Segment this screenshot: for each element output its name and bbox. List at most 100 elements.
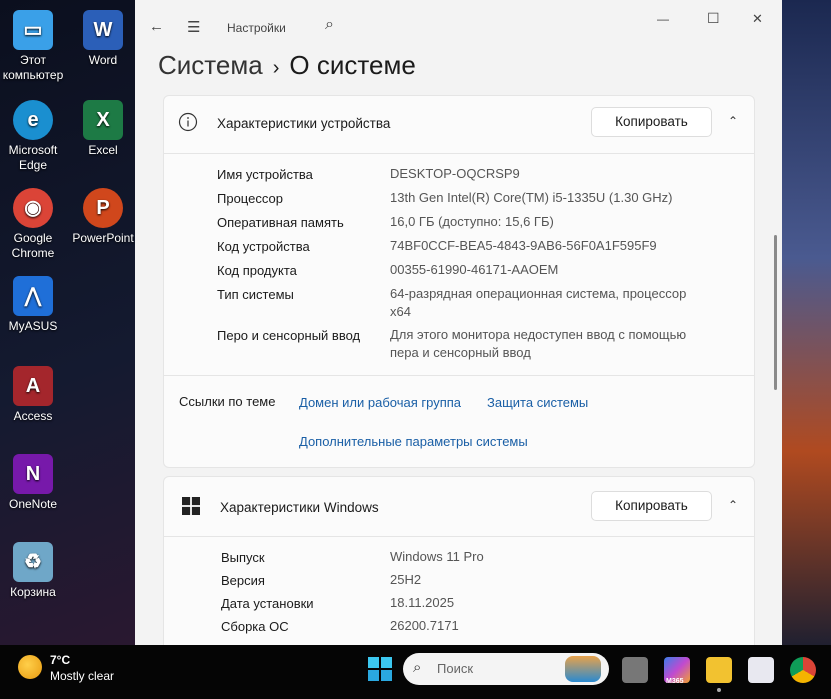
- start-button[interactable]: [368, 657, 392, 681]
- spec-label: Перо и сенсорный ввод: [217, 328, 361, 343]
- computer-icon: ▭: [13, 10, 53, 50]
- edge-icon: e: [13, 100, 53, 140]
- desktop-icon-powerpoint[interactable]: P PowerPoint: [70, 188, 136, 246]
- chevron-up-icon[interactable]: ⌃: [728, 114, 738, 128]
- back-button[interactable]: ←: [149, 18, 164, 35]
- desktop-icon-myasus[interactable]: ⋀ MyASUS: [0, 276, 66, 334]
- windows-specs-title: Характеристики Windows: [220, 500, 379, 515]
- spec-label: Сборка ОС: [221, 619, 289, 634]
- window-title: Настройки: [227, 21, 286, 35]
- spec-value: 64-разрядная операционная система, проце…: [390, 286, 687, 319]
- copy-device-specs-button[interactable]: Копировать: [591, 107, 712, 137]
- icon-label: MyASUS: [8, 319, 58, 333]
- breadcrumb: Система › О системе: [158, 50, 416, 81]
- recycle-bin-icon: ♻: [13, 542, 53, 582]
- file-explorer-icon[interactable]: [706, 657, 732, 683]
- m365-label: M365: [666, 678, 684, 685]
- desktop-icon-onenote[interactable]: N OneNote: [0, 454, 66, 512]
- spec-label: Дата установки: [221, 596, 314, 611]
- spec-label: Оперативная память: [217, 215, 344, 230]
- desktop-icon-edge[interactable]: e Microsoft Edge: [0, 100, 66, 173]
- device-specs-title: Характеристики устройства: [217, 116, 391, 131]
- desktop-icon-word[interactable]: W Word: [70, 10, 136, 68]
- task-view-icon[interactable]: [622, 657, 648, 683]
- taskbar: 7°C Mostly clear ⌕ Поиск M365: [0, 645, 831, 699]
- powerpoint-icon: P: [83, 188, 123, 228]
- excel-icon: X: [83, 100, 123, 140]
- search-highlight-image: [565, 656, 601, 682]
- spec-label: Код продукта: [217, 263, 297, 278]
- icon-label: Word: [88, 53, 118, 67]
- menu-button[interactable]: ☰: [187, 18, 200, 36]
- title-bar: ← ☰ Настройки ⌕ — ☐ ✕: [135, 0, 782, 50]
- spec-value: 00355-61990-46171-AAOEM: [390, 262, 559, 277]
- maximize-button[interactable]: ☐: [707, 10, 720, 27]
- chrome-icon: ◉: [13, 188, 53, 228]
- icon-label: OneNote: [8, 497, 58, 511]
- settings-window: ← ☰ Настройки ⌕ — ☐ ✕ Система › О системе …: [135, 0, 782, 645]
- breadcrumb-separator: ›: [272, 57, 280, 79]
- desktop-wallpaper: [782, 0, 831, 645]
- icon-label: Корзина: [10, 585, 56, 599]
- breadcrumb-parent[interactable]: Система: [158, 50, 263, 80]
- microsoft-store-icon[interactable]: [748, 657, 774, 683]
- spec-label: Выпуск: [221, 550, 265, 565]
- desktop-icon-this-pc[interactable]: ▭ Этот компьютер: [0, 10, 66, 83]
- link-system-protection[interactable]: Защита системы: [487, 395, 588, 410]
- icon-label: Access: [13, 409, 53, 423]
- device-specs-card: Характеристики устройства Копировать ⌃ И…: [163, 95, 755, 468]
- running-indicator: [717, 688, 721, 692]
- icon-label: PowerPoint: [72, 231, 134, 245]
- minimize-button[interactable]: —: [657, 12, 669, 26]
- word-icon: W: [83, 10, 123, 50]
- access-icon: A: [13, 366, 53, 406]
- page-title: О системе: [289, 50, 416, 80]
- desktop-icon-recycle-bin[interactable]: ♻ Корзина: [0, 542, 66, 600]
- spec-value: 74BF0CCF-BEA5-4843-9AB6-56F0A1F595F9: [390, 238, 657, 253]
- spec-label: Тип системы: [217, 287, 294, 302]
- weather-temp[interactable]: 7°C: [50, 653, 70, 667]
- close-button[interactable]: ✕: [752, 11, 763, 27]
- spec-value: 26200.7171: [390, 618, 459, 633]
- taskbar-search-box[interactable]: ⌕ Поиск: [403, 653, 609, 685]
- spec-label: Версия: [221, 573, 265, 588]
- spec-value: 13th Gen Intel(R) Core(TM) i5-1335U (1.3…: [390, 190, 673, 205]
- divider: [164, 375, 754, 376]
- myasus-icon: ⋀: [13, 276, 53, 316]
- copy-windows-specs-button[interactable]: Копировать: [591, 491, 712, 521]
- related-links-label: Ссылки по теме: [179, 394, 276, 409]
- spec-value: Для этого монитора недоступен ввод с пом…: [390, 327, 687, 360]
- search-icon: ⌕: [413, 659, 422, 676]
- weather-icon[interactable]: [18, 655, 42, 679]
- spec-label: Процессор: [217, 191, 283, 206]
- windows-specs-card: Характеристики Windows Копировать ⌃ Выпу…: [163, 476, 755, 645]
- device-specs-header[interactable]: Характеристики устройства Копировать ⌃: [164, 96, 754, 154]
- spec-value: 25H2: [390, 572, 422, 587]
- search-icon[interactable]: ⌕: [325, 16, 334, 34]
- info-icon: [178, 112, 198, 132]
- icon-label: Google Chrome: [11, 231, 55, 260]
- desktop-icon-chrome[interactable]: ◉ Google Chrome: [0, 188, 66, 261]
- windows-logo-icon: [182, 497, 200, 515]
- weather-desc[interactable]: Mostly clear: [50, 669, 114, 683]
- windows-specs-header[interactable]: Характеристики Windows Копировать ⌃: [164, 477, 754, 537]
- spec-value: DESKTOP-OQCRSP9: [390, 166, 520, 181]
- chevron-up-icon[interactable]: ⌃: [728, 498, 738, 512]
- spec-value: 18.11.2025: [390, 595, 455, 610]
- link-domain-workgroup[interactable]: Домен или рабочая группа: [299, 395, 461, 410]
- chrome-icon[interactable]: [790, 657, 816, 683]
- search-placeholder: Поиск: [437, 661, 474, 676]
- spec-value: 16,0 ГБ (доступно: 15,6 ГБ): [390, 214, 554, 229]
- scrollbar-thumb[interactable]: [774, 235, 777, 390]
- onenote-icon: N: [13, 454, 53, 494]
- icon-label: Excel: [88, 143, 118, 157]
- icon-label: Microsoft Edge: [8, 143, 58, 172]
- spec-label: Имя устройства: [217, 167, 313, 182]
- desktop-icon-access[interactable]: A Access: [0, 366, 66, 424]
- m365-copilot-icon[interactable]: M365: [664, 657, 690, 685]
- spec-value: Windows 11 Pro: [390, 549, 484, 564]
- spec-label: Код устройства: [217, 239, 310, 254]
- link-advanced-system-settings[interactable]: Дополнительные параметры системы: [299, 434, 528, 449]
- icon-label: Этот компьютер: [2, 53, 64, 82]
- desktop-icon-excel[interactable]: X Excel: [70, 100, 136, 158]
